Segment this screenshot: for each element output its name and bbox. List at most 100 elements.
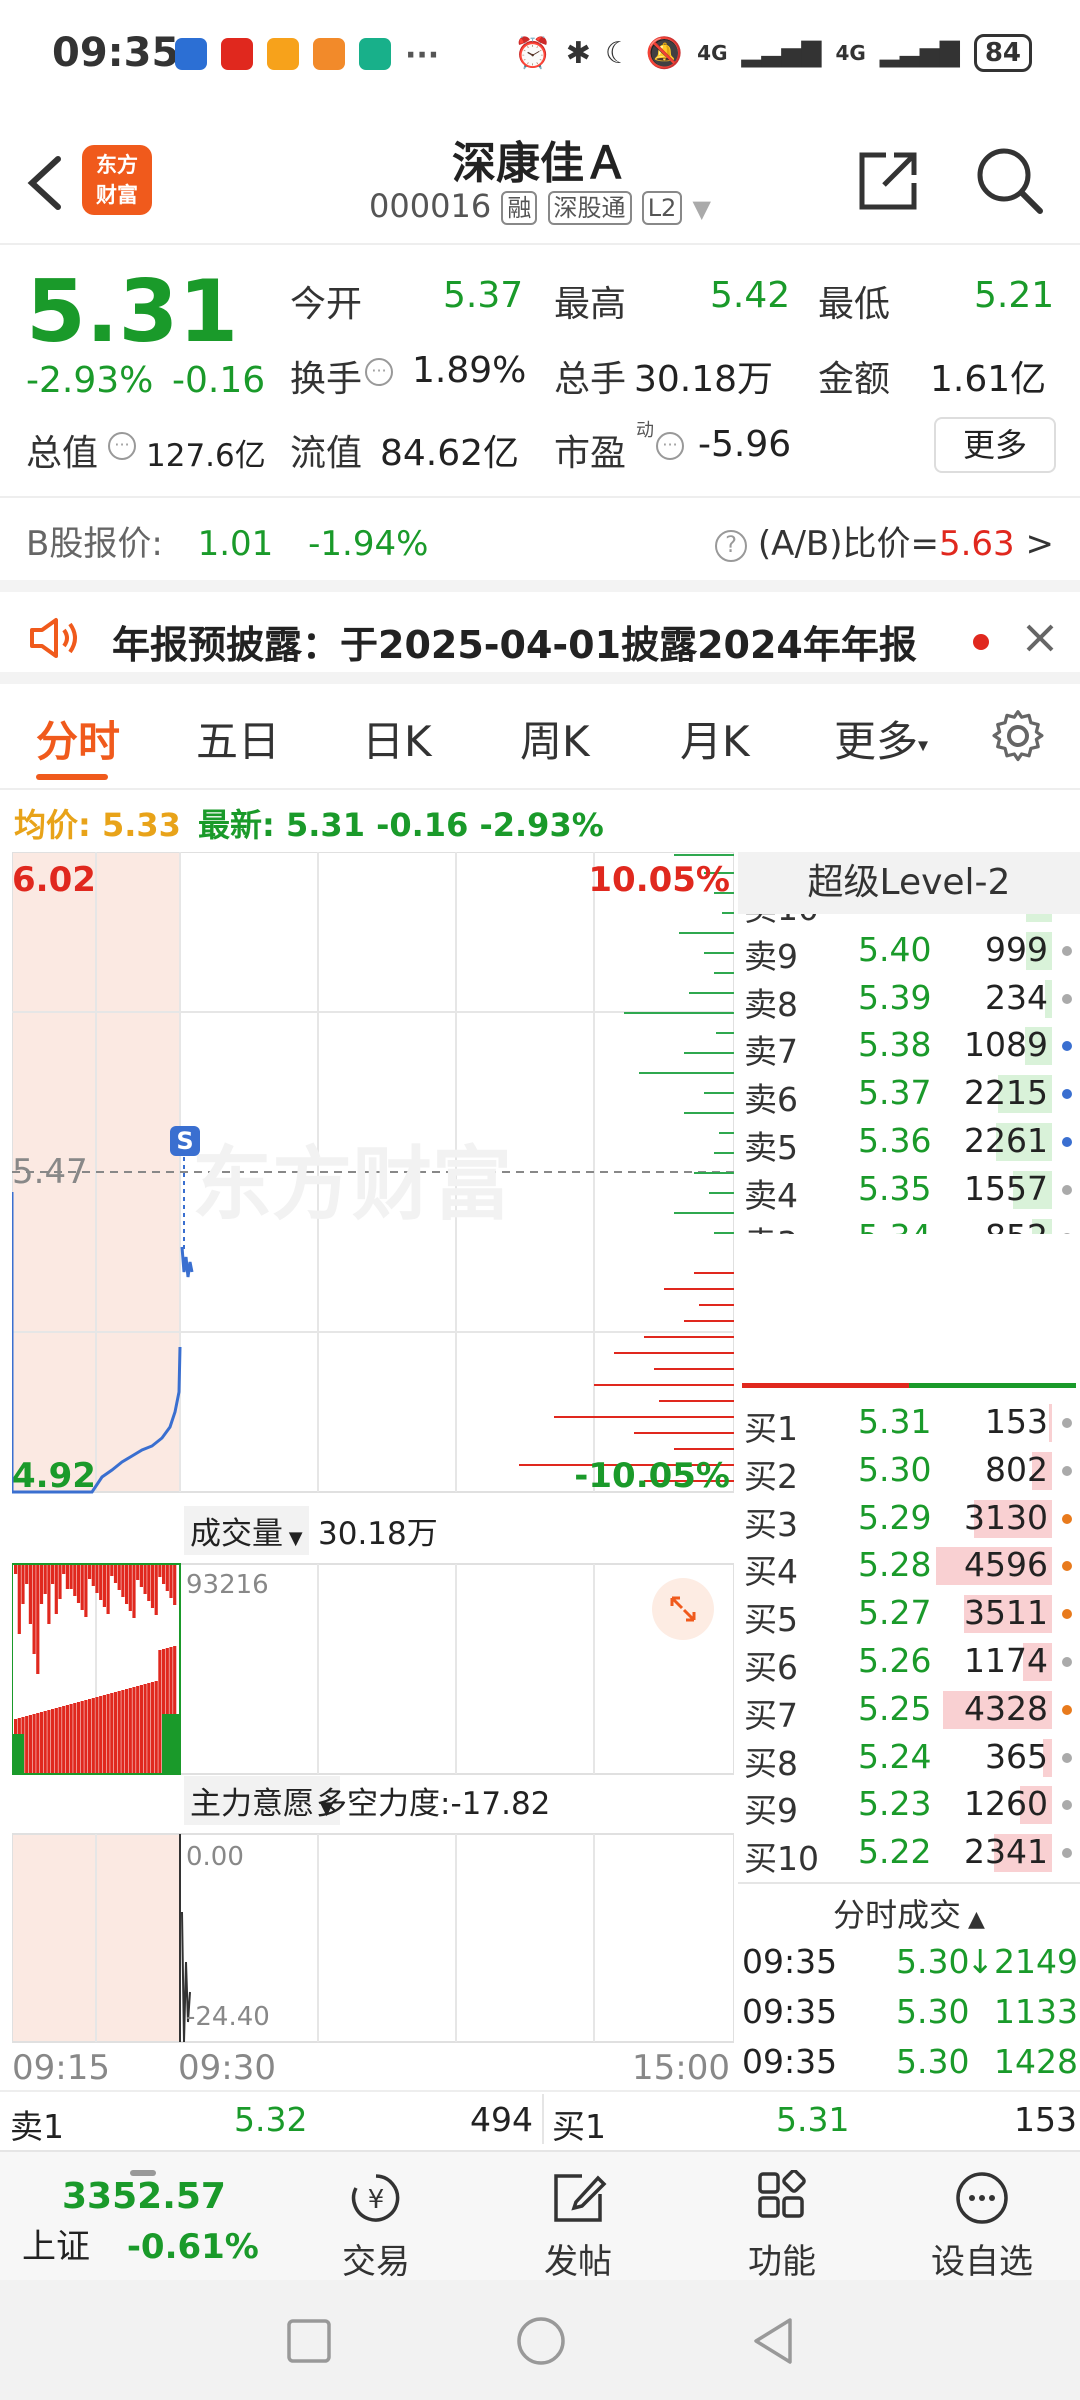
ask-row[interactable]: 卖4 5.35 1557 [738, 1165, 1080, 1215]
recent-apps-icon[interactable] [286, 2318, 332, 2364]
bid-row[interactable]: 买1 5.31 153 [738, 1398, 1080, 1448]
ask-row[interactable]: 卖5 5.36 2261 [738, 1117, 1080, 1167]
volume-bar [95, 1697, 99, 1774]
tab-five-day[interactable]: 五日 [196, 708, 280, 769]
bid-row[interactable]: 买3 5.29 3130 [738, 1494, 1080, 1544]
volume-bar [39, 1564, 44, 1604]
tab-more[interactable]: 更多▾ [834, 708, 928, 769]
divider [0, 496, 1080, 498]
bid-ask-strip: 卖1 5.32 494 买1 5.31 153 [0, 2090, 1080, 2150]
index-pct: -0.61% [126, 2227, 259, 2267]
price-line-open [180, 1246, 194, 1278]
b-share-quote[interactable]: B股报价: 1.01 -1.94% [26, 516, 428, 565]
tab-weekly-k[interactable]: 周K [520, 708, 590, 769]
bid-row[interactable]: 买9 5.23 1260 [738, 1780, 1080, 1830]
bid-row[interactable]: 买7 5.25 4328 [738, 1685, 1080, 1735]
order-dot-icon [1062, 1657, 1072, 1667]
nav-post[interactable]: 发帖 [508, 2170, 648, 2283]
volume-selector[interactable]: 成交量 ▼ [184, 1506, 309, 1555]
home-icon[interactable] [516, 2316, 566, 2366]
level-name: 卖3 [744, 1217, 798, 1234]
index-widget[interactable]: 3352.57 上证 -0.61% [22, 2170, 272, 2268]
volume-bar [12, 1734, 24, 1774]
signal-bars-icon: ▂▃▅▇ [741, 38, 822, 68]
ask-row[interactable]: 卖105.411010 [738, 914, 1080, 928]
trade-time: 09:35 [742, 1992, 838, 2031]
bid1-price: 5.31 [776, 2100, 850, 2139]
help-icon[interactable]: ? [715, 529, 748, 562]
share-icon[interactable] [856, 149, 920, 213]
depth-bar [659, 1400, 734, 1402]
notice-bar[interactable]: 年报预披露：于2025-04-01披露2024年年报 [0, 580, 1080, 684]
chevron-right-icon: > [1025, 524, 1055, 564]
bid-row[interactable]: 买4 5.28 4596 [738, 1541, 1080, 1591]
bid-row[interactable]: 买8 5.24 365 [738, 1733, 1080, 1783]
info-icon[interactable]: ··· [656, 432, 684, 460]
ask-row[interactable]: 卖7 5.38 1089 [738, 1021, 1080, 1071]
ask-row[interactable]: 卖6 5.37 2215 [738, 1069, 1080, 1119]
bid-row[interactable]: 买10 5.22 2341 [738, 1828, 1080, 1878]
level-price: 5.31 [858, 1402, 932, 1441]
depth-bar [554, 1416, 734, 1418]
volume-bar [113, 1564, 118, 1583]
divider [738, 1882, 1080, 1884]
level-volume: 1260 [964, 1784, 1048, 1824]
level-volume: 802 [985, 1449, 1048, 1489]
ask-row[interactable]: 卖8 5.39 234 [738, 974, 1080, 1024]
tab-intraday[interactable]: 分时 [36, 708, 120, 769]
app-notify-icon [175, 38, 207, 70]
more-button[interactable]: 更多 [934, 417, 1056, 473]
ab-ratio[interactable]: ? (A/B)比价=5.63 > [715, 516, 1054, 565]
more-notifications-icon: ··· [405, 38, 440, 73]
volume-value: 30.18万 [634, 359, 774, 400]
intraday-chart[interactable]: 东方财富 S 6.02 10.05% 5.47 4.92 -10.05% 成交量… [10, 851, 735, 2092]
volume-bar [47, 1710, 51, 1774]
volume-bar [54, 1564, 58, 1614]
bid-row[interactable]: 买6 5.26 1174 [738, 1637, 1080, 1687]
depth-bar [689, 992, 734, 994]
trade-row: 09:35 5.30 ↓2149 [738, 1942, 1080, 1992]
info-icon[interactable]: ··· [365, 358, 393, 386]
trade-volume: ↓2149 [966, 1942, 1078, 1981]
ask-row[interactable]: 卖3 5.34 852 [738, 1213, 1080, 1234]
volume-bar [117, 1564, 121, 1590]
level-price: 5.34 [858, 1217, 931, 1234]
tab-monthly-k[interactable]: 月K [680, 708, 750, 769]
bid-row[interactable]: 买2 5.30 802 [738, 1446, 1080, 1496]
trade-row: 09:35 5.30 1133 [738, 1992, 1080, 2042]
level-name: 买7 [744, 1695, 798, 1735]
level-price: 5.35 [858, 1168, 932, 1208]
nav-features[interactable]: 功能 [712, 2169, 852, 2283]
tab-daily-k[interactable]: 日K [362, 708, 432, 769]
bid-row[interactable]: 买5 5.27 3511 [738, 1589, 1080, 1639]
trades-title[interactable]: 分时成交 ▲ [738, 1890, 1080, 1936]
volume-bar [36, 1713, 40, 1774]
volume-bar [154, 1681, 158, 1774]
back-nav-icon[interactable] [750, 2316, 796, 2366]
level-price: 5.26 [858, 1641, 932, 1680]
level2-title[interactable]: 超级Level-2 [738, 852, 1080, 914]
volume-bar [21, 1564, 25, 1604]
nav-trade[interactable]: ¥ 交易 [306, 2170, 446, 2283]
trade-time: 09:35 [742, 2042, 838, 2081]
search-icon[interactable] [974, 145, 1046, 217]
b-share-pct: -1.94% [308, 524, 429, 564]
info-icon[interactable]: ··· [108, 432, 136, 460]
level-name: 买2 [744, 1456, 798, 1496]
settings-icon[interactable] [990, 708, 1046, 764]
ask-row[interactable]: 卖9 5.40 999 [738, 926, 1080, 976]
last-price: 5.31 [26, 262, 239, 362]
volume-bar [62, 1706, 66, 1774]
level-name: 买3 [744, 1504, 798, 1544]
app-notify-icon [267, 38, 299, 70]
nav-watchlist[interactable]: 设自选 [912, 2170, 1052, 2283]
ratio-label: (A/B)比价= [757, 524, 939, 564]
close-icon[interactable] [1024, 622, 1056, 654]
volume-bar [110, 1693, 114, 1774]
expand-button[interactable] [652, 1578, 714, 1640]
volume-bar [136, 1564, 140, 1580]
level-name: 买4 [744, 1552, 798, 1592]
volume-bar [125, 1564, 129, 1604]
volume-bar [58, 1707, 62, 1774]
avg-value: 5.33 [101, 806, 181, 844]
